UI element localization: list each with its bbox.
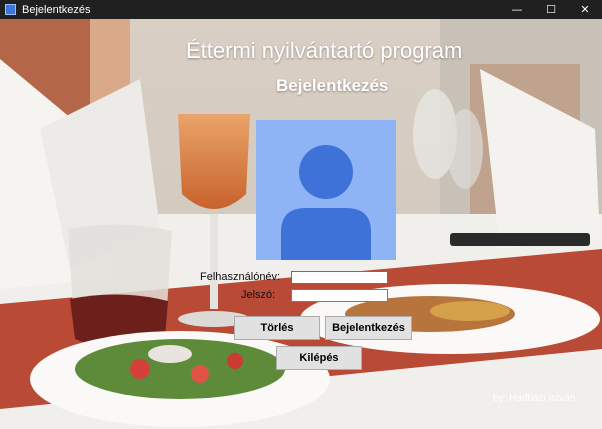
password-label: Jelszó: xyxy=(241,289,276,301)
app-window-icon xyxy=(5,4,16,15)
username-label: Felhasználónév: xyxy=(200,271,281,283)
clear-button[interactable]: Törlés xyxy=(234,316,320,340)
login-window: Bejelentkezés — ☐ ✕ Éttermi nyilvántartó… xyxy=(0,0,602,429)
page-title: Éttermi nyilvántartó program xyxy=(186,38,463,63)
login-button[interactable]: Bejelentkezés xyxy=(325,316,412,340)
title-bar: Bejelentkezés — ☐ ✕ xyxy=(0,0,602,19)
author-credit: by: Hadházi István xyxy=(493,393,576,404)
close-button[interactable]: ✕ xyxy=(568,0,602,19)
minimize-button[interactable]: — xyxy=(500,0,534,19)
user-avatar-icon xyxy=(256,120,396,260)
password-input[interactable] xyxy=(291,289,388,302)
window-title: Bejelentkezés xyxy=(22,3,91,16)
exit-button[interactable]: Kilépés xyxy=(276,346,362,370)
page-subtitle: Bejelentkezés xyxy=(276,76,389,95)
maximize-button[interactable]: ☐ xyxy=(534,0,568,19)
username-input[interactable] xyxy=(291,271,388,284)
